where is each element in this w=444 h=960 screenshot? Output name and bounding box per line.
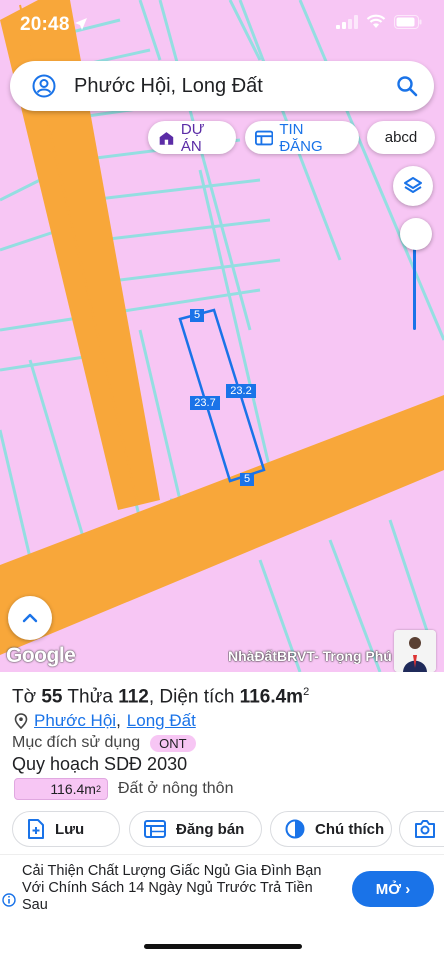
purpose-code-badge: ONT	[150, 734, 196, 752]
person-photo-icon	[394, 630, 436, 672]
action-bar: Lưu Đăng bán Chú thích Ch	[12, 811, 444, 847]
ad-banner[interactable]: Cải Thiện Chất Lượng Giấc Ngủ Gia Đình B…	[0, 854, 444, 924]
plan-description: Đất ở nông thôn	[118, 780, 234, 797]
location-line: Phước Hội, Long Đất	[14, 711, 196, 731]
ad-open-button[interactable]: MỞ ›	[352, 871, 434, 907]
sheet-label: Tờ	[12, 686, 42, 708]
table-icon	[144, 820, 166, 838]
camera-icon	[415, 820, 435, 838]
parcel-label-top: 5	[190, 309, 204, 322]
listing-icon	[255, 130, 274, 145]
screenshot-button[interactable]: Ch	[399, 811, 444, 847]
contrast-icon	[285, 819, 305, 839]
parcel-label-right: 23.2	[226, 384, 256, 398]
search-icon[interactable]	[396, 75, 418, 97]
location-district-link[interactable]: Long Đất	[127, 711, 196, 731]
location-separator: ,	[116, 711, 121, 730]
watermark-text: NhàĐấtBRVT- Trọng Phú	[228, 648, 392, 664]
layers-button[interactable]	[393, 166, 433, 206]
parcel-info-panel: Tờ 55 Thửa 112, Diện tích 116.4m2 Phước …	[0, 672, 444, 960]
status-icons	[336, 14, 422, 29]
expand-up-button[interactable]	[8, 596, 52, 640]
plan-row: 116.4m 2 Đất ở nông thôn	[14, 778, 233, 800]
parcel-label-left: 23.7	[190, 396, 220, 410]
plan-area-chip: 116.4m 2	[14, 778, 108, 800]
save-label: Lưu	[55, 820, 85, 838]
map-view[interactable]: 5 23.7 23.2 5 20:48 Phước Hội, Long Đất …	[0, 0, 444, 672]
plan-title: Quy hoạch SDĐ 2030	[12, 754, 188, 774]
legend-label: Chú thích	[315, 820, 385, 838]
house-icon	[159, 131, 174, 145]
wifi-icon	[366, 14, 386, 28]
info-icon[interactable]	[2, 893, 16, 907]
chip-du-an[interactable]: DỰ ÁN	[148, 120, 236, 155]
purpose-label: Mục đích sử dụng	[12, 734, 141, 751]
chip-abcd-label: abcd	[384, 129, 418, 146]
plot-number: 112	[118, 686, 149, 708]
ad-text: Cải Thiện Chất Lượng Giấc Ngủ Gia Đình B…	[22, 863, 322, 913]
area-value: 116.4m	[239, 686, 304, 708]
chip-abcd[interactable]: abcd	[367, 121, 435, 154]
chip-tin-dang[interactable]: TIN ĐĂNG	[245, 120, 359, 155]
location-arrow-icon	[75, 18, 87, 30]
sheet-number: 55	[41, 686, 63, 708]
chip-du-an-label: DỰ ÁN	[180, 120, 205, 155]
plan-area-sup: 2	[95, 784, 101, 794]
avatar[interactable]	[394, 630, 436, 672]
status-time: 20:48	[20, 14, 70, 35]
parcel-label-bottom: 5	[240, 473, 254, 486]
signal-icon	[336, 14, 358, 29]
chip-tin-dang-label: TIN ĐĂNG	[279, 120, 323, 155]
location-ward-link[interactable]: Phước Hội	[34, 711, 116, 731]
layers-icon	[404, 177, 422, 193]
battery-icon	[394, 14, 422, 29]
search-bar[interactable]: Phước Hội, Long Đất	[10, 61, 434, 111]
area-sup: 2	[303, 686, 310, 698]
plan-area-value: 116.4m	[50, 781, 96, 797]
opacity-slider-handle[interactable]	[400, 218, 432, 250]
legend-button[interactable]: Chú thích	[270, 811, 392, 847]
add-bookmark-icon	[28, 819, 44, 839]
chevron-up-icon	[22, 613, 38, 623]
account-icon[interactable]	[32, 74, 56, 98]
home-indicator[interactable]	[144, 944, 302, 949]
parcel-title: Tờ 55 Thửa 112, Diện tích 116.4m2	[12, 686, 309, 708]
status-bar: 20:48	[0, 0, 444, 46]
post-for-sale-button[interactable]: Đăng bán	[129, 811, 262, 847]
save-button[interactable]: Lưu	[12, 811, 120, 847]
search-input[interactable]: Phước Hội, Long Đất	[74, 75, 263, 98]
plot-label: Thửa	[62, 686, 119, 708]
area-label: , Diện tích	[148, 686, 240, 708]
post-for-sale-label: Đăng bán	[176, 820, 245, 838]
google-logo: Google	[6, 644, 76, 667]
purpose-line: Mục đích sử dụng ONT	[12, 734, 196, 752]
map-pin-icon	[14, 713, 28, 729]
